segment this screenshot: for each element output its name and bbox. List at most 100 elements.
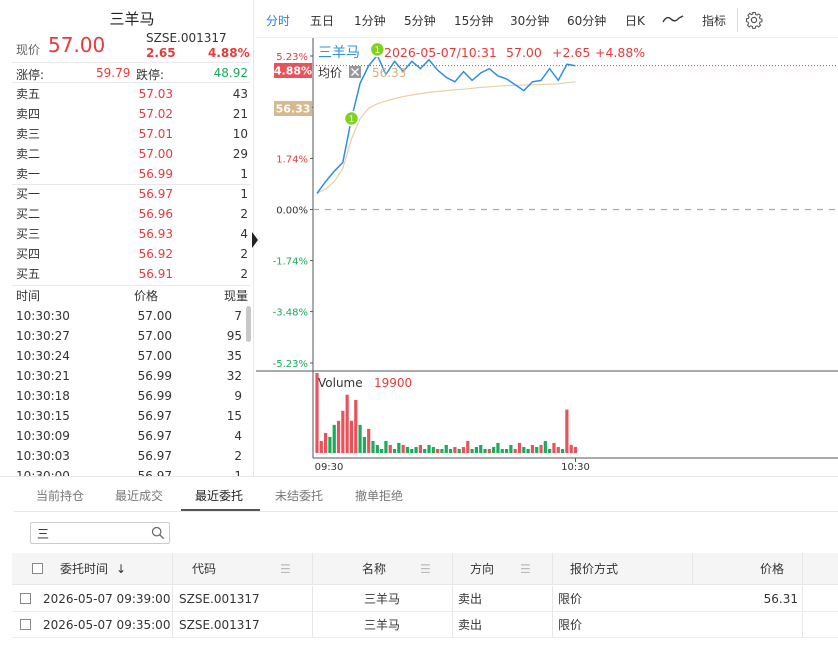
select-all-checkbox[interactable] bbox=[32, 563, 43, 574]
order-book-row[interactable]: 买一 56.97 1 bbox=[16, 184, 248, 204]
tick-list-scrollbar[interactable] bbox=[246, 306, 251, 342]
order-price-type: 限价 bbox=[558, 618, 583, 632]
legend-price: 57.00 bbox=[506, 45, 542, 60]
order-book-row[interactable]: 卖五 57.03 43 bbox=[16, 84, 248, 104]
volume-bar bbox=[392, 448, 397, 453]
order-filter-input[interactable] bbox=[37, 525, 147, 541]
col-header-price-type[interactable]: 报价方式 bbox=[570, 553, 618, 584]
order-book-row[interactable]: 卖一 56.99 1 bbox=[16, 164, 248, 184]
col-divider[interactable] bbox=[172, 553, 173, 584]
period-tab-5min[interactable]: 5分钟 bbox=[404, 12, 436, 29]
volume-bar bbox=[328, 436, 332, 453]
period-tab-1min[interactable]: 1分钟 bbox=[354, 12, 386, 29]
divider bbox=[12, 184, 250, 185]
order-name: 三羊马 bbox=[364, 592, 401, 606]
tick-row: 10:30:03 56.97 2 bbox=[16, 446, 248, 466]
order-book-level: 卖五 bbox=[16, 87, 41, 101]
order-book-volume: 2 bbox=[240, 207, 248, 221]
volume-bar bbox=[487, 448, 491, 453]
orders-table: 委托时间 ↓ 代码 ☰ 名称 ☰ 方向 ☰ 报价方式 价格 2026-05-07… bbox=[12, 553, 838, 655]
order-book-volume: 2 bbox=[240, 247, 248, 261]
order-code: SZSE.001317 bbox=[179, 617, 260, 632]
tick-price: 56.97 bbox=[137, 409, 172, 423]
volume-bar bbox=[397, 442, 401, 453]
row-checkbox[interactable] bbox=[20, 619, 31, 630]
sort-desc-icon[interactable]: ↓ bbox=[116, 562, 126, 576]
avg-value: 56.33 bbox=[372, 66, 406, 80]
order-price-type: 限价 bbox=[558, 592, 583, 606]
search-icon[interactable] bbox=[151, 526, 165, 540]
volume-bar bbox=[496, 442, 500, 453]
price-change: 2.65 bbox=[146, 46, 176, 60]
col-divider[interactable] bbox=[692, 553, 693, 584]
indicator-button[interactable]: 指标 bbox=[702, 12, 726, 29]
line-chart-icon[interactable] bbox=[662, 13, 684, 25]
order-book-row[interactable]: 卖四 57.02 21 bbox=[16, 104, 248, 124]
volume-bar bbox=[345, 394, 349, 453]
column-menu-icon[interactable]: ☰ bbox=[520, 553, 531, 584]
col-divider bbox=[452, 586, 453, 611]
col-divider[interactable] bbox=[552, 553, 553, 584]
order-side: 卖出 bbox=[458, 618, 483, 632]
y-tick-label: -5.23% bbox=[273, 359, 308, 370]
column-menu-icon[interactable]: ☰ bbox=[280, 553, 291, 584]
intraday-chart[interactable]: 5.23%3.48%1.74%0.00%-1.74%-3.48%-5.23% 1… bbox=[256, 38, 838, 476]
order-book-price: 57.02 bbox=[138, 107, 173, 121]
svg-text:56.33: 56.33 bbox=[276, 103, 311, 116]
period-tab-daily[interactable]: 日K bbox=[625, 12, 645, 29]
row-checkbox[interactable] bbox=[20, 593, 31, 604]
col-header-code[interactable]: 代码 bbox=[192, 553, 216, 584]
order-book-row[interactable]: 买二 56.96 2 bbox=[16, 204, 248, 224]
order-row[interactable]: 2026-05-07 09:35:00 SZSE.001317 三羊马 卖出 限价 bbox=[12, 612, 838, 638]
order-book-level: 买二 bbox=[16, 207, 41, 221]
tab-open-orders[interactable]: 未结委托 bbox=[275, 487, 323, 511]
col-divider[interactable] bbox=[802, 553, 803, 584]
order-book-volume: 29 bbox=[232, 147, 248, 161]
order-book-row[interactable]: 卖三 57.01 10 bbox=[16, 124, 248, 144]
order-book-row[interactable]: 买三 56.93 4 bbox=[16, 224, 248, 244]
tick-price: 57.00 bbox=[137, 349, 172, 363]
column-menu-icon[interactable]: ☰ bbox=[420, 553, 431, 584]
limit-down-value: 48.92 bbox=[213, 66, 248, 80]
col-divider[interactable] bbox=[312, 553, 313, 584]
order-book-volume: 1 bbox=[240, 187, 248, 201]
gear-icon[interactable] bbox=[745, 11, 763, 29]
trade-marker-label: 1 bbox=[374, 46, 380, 56]
tab-cancel-rejects[interactable]: 撤单拒绝 bbox=[355, 487, 403, 511]
tab-recent-trades[interactable]: 最近成交 bbox=[115, 487, 163, 511]
order-book-row[interactable]: 买四 56.92 2 bbox=[16, 244, 248, 264]
tick-time: 10:30:18 bbox=[16, 389, 70, 403]
divider bbox=[12, 82, 250, 83]
volume-bar bbox=[509, 444, 513, 453]
period-tab-30min[interactable]: 30分钟 bbox=[510, 12, 549, 29]
order-book-row[interactable]: 买五 56.91 2 bbox=[16, 264, 248, 284]
tab-positions[interactable]: 当前持仓 bbox=[36, 487, 84, 511]
order-book-volume: 10 bbox=[232, 127, 248, 141]
y-tick-label: -3.48% bbox=[273, 308, 308, 319]
col-header-price[interactable]: 价格 bbox=[760, 553, 784, 584]
volume-bar bbox=[431, 446, 435, 453]
col-divider[interactable] bbox=[452, 553, 453, 584]
period-tab-5day[interactable]: 五日 bbox=[310, 12, 334, 29]
order-row[interactable]: 2026-05-07 09:39:00 SZSE.001317 三羊马 卖出 限价 56.… bbox=[12, 586, 838, 612]
tick-volume: 2 bbox=[234, 449, 242, 463]
volume-bar bbox=[418, 444, 422, 453]
ticks-header-vol: 现量 bbox=[223, 289, 248, 303]
tick-volume: 4 bbox=[234, 429, 242, 443]
tick-volume: 95 bbox=[226, 329, 242, 343]
order-book-row[interactable]: 卖二 57.00 29 bbox=[16, 144, 248, 164]
period-tab-intraday[interactable]: 分时 bbox=[266, 12, 290, 29]
col-header-name[interactable]: 名称 bbox=[362, 553, 386, 584]
period-tab-60min[interactable]: 60分钟 bbox=[567, 12, 606, 29]
close-legend-icon[interactable] bbox=[349, 66, 361, 78]
volume-bar bbox=[354, 399, 358, 453]
tab-recent-orders[interactable]: 最近委托 bbox=[195, 487, 243, 511]
avg-price-tag: 56.33 bbox=[274, 101, 312, 116]
order-time: 2026-05-07 09:39:00 bbox=[43, 591, 171, 606]
limit-down-label: 跌停: bbox=[136, 68, 165, 82]
avg-label: 均价 bbox=[318, 66, 342, 80]
period-tab-15min[interactable]: 15分钟 bbox=[454, 12, 493, 29]
col-header-time[interactable]: 委托时间 ↓ bbox=[60, 553, 126, 584]
col-header-side[interactable]: 方向 bbox=[470, 553, 494, 584]
order-side: 卖出 bbox=[458, 592, 483, 606]
